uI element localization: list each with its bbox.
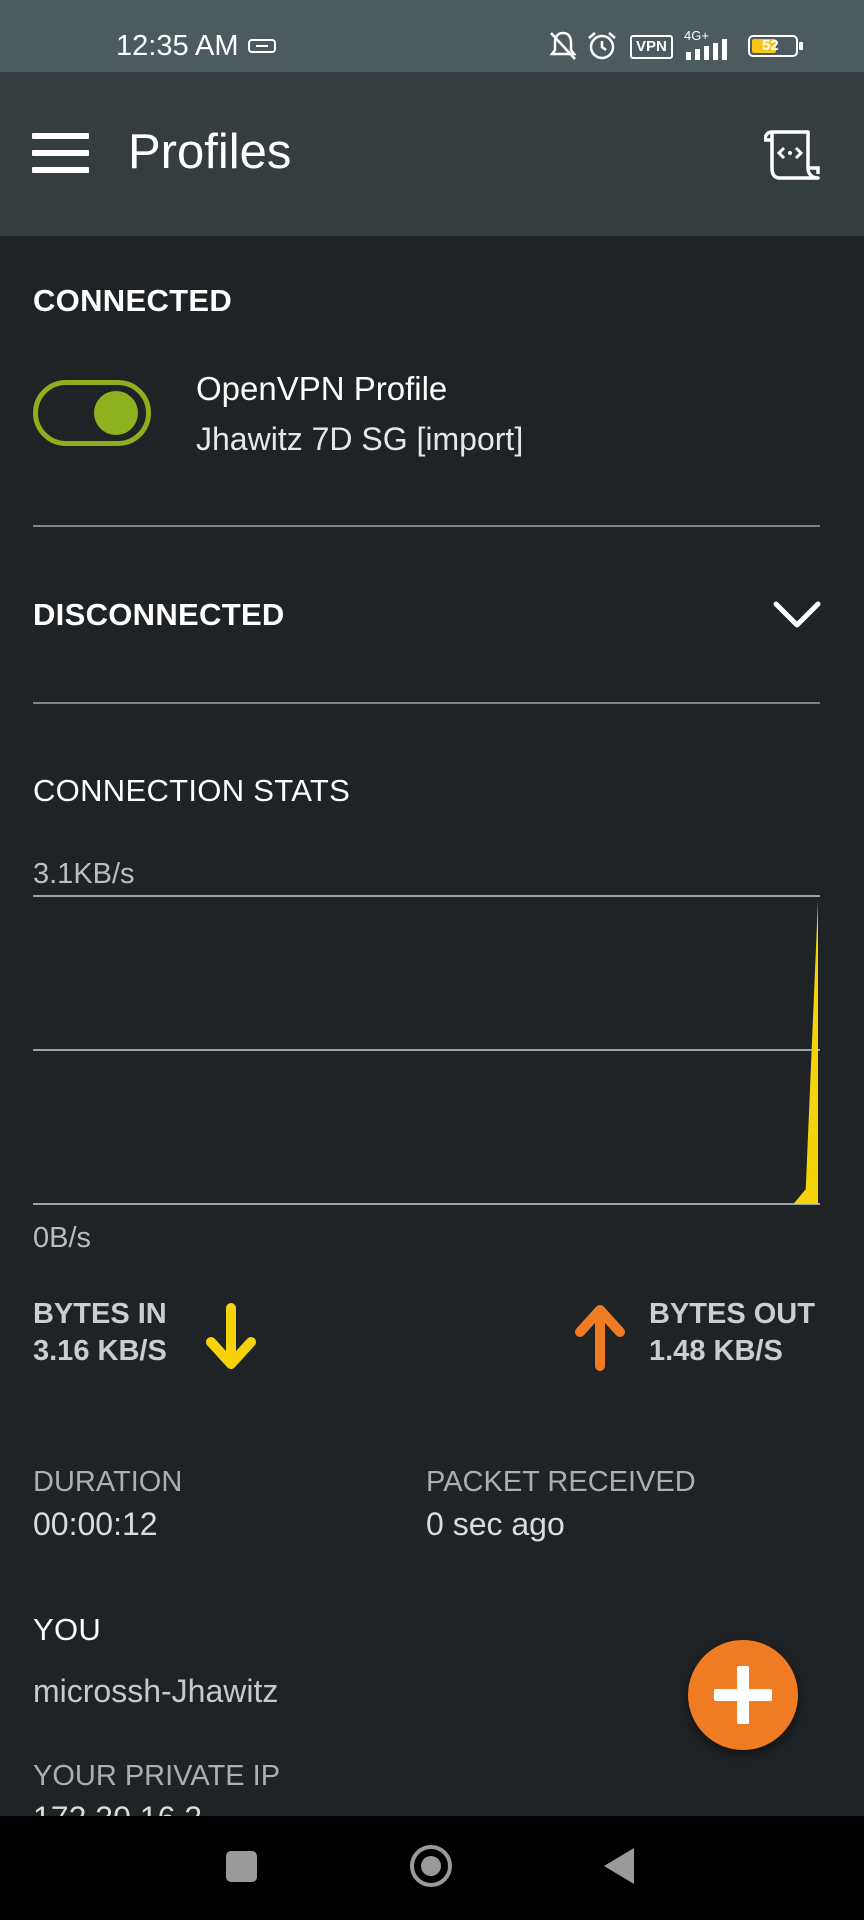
mute-icon (549, 31, 577, 60)
bytes-out-label: BYTES OUT (649, 1298, 815, 1330)
page-title: Profiles (128, 125, 292, 179)
username: microssh-Jhawitz (33, 1673, 279, 1709)
signal-icon (686, 39, 727, 60)
bytes-in-label: BYTES IN (33, 1298, 167, 1330)
profile-name[interactable]: Jhawitz 7D SG [import] (196, 421, 523, 458)
import-profile-icon[interactable] (764, 128, 822, 182)
menu-icon[interactable] (32, 133, 89, 173)
profile-type[interactable]: OpenVPN Profile (196, 370, 447, 408)
battery-icon: 52 (748, 35, 803, 57)
traffic-chart (33, 895, 820, 1205)
battery-level: 52 (762, 37, 779, 54)
packet-received-value: 0 sec ago (426, 1506, 565, 1542)
alarm-icon (588, 32, 616, 60)
y-axis-min-label: 0B/s (33, 1222, 92, 1254)
connection-stats-heading: CONNECTION STATS (33, 773, 351, 808)
disconnected-heading[interactable]: DISCONNECTED (33, 597, 285, 633)
home-icon[interactable] (410, 1845, 452, 1887)
toggle-knob (94, 391, 138, 435)
arrow-up-icon (575, 1305, 625, 1371)
arrow-down-icon (206, 1303, 256, 1369)
private-ip-label: YOUR PRIVATE IP (33, 1760, 281, 1792)
duration-label: DURATION (33, 1466, 183, 1498)
back-icon[interactable] (604, 1848, 634, 1884)
status-bar: 12:35 AM VPN 4G+ 52 (0, 0, 864, 72)
divider (33, 525, 820, 527)
add-profile-button[interactable] (688, 1640, 798, 1750)
bytes-in-value: 3.16 KB/S (33, 1335, 167, 1367)
vpn-icon: VPN (630, 35, 673, 59)
bytes-out-value: 1.48 KB/S (649, 1335, 783, 1367)
you-heading: YOU (33, 1612, 102, 1647)
private-ip-value: 172.30.16.2 (33, 1798, 202, 1816)
bytes-in-area (33, 899, 818, 1204)
connected-heading: CONNECTED (33, 283, 233, 318)
packet-received-label: PACKET RECEIVED (426, 1466, 696, 1498)
status-time: 12:35 AM (116, 30, 239, 62)
chevron-down-icon[interactable] (772, 600, 822, 630)
recents-icon[interactable] (226, 1851, 257, 1882)
link-icon (248, 39, 276, 53)
duration-value: 00:00:12 (33, 1506, 158, 1542)
profile-toggle[interactable] (33, 380, 151, 446)
divider (33, 702, 820, 704)
